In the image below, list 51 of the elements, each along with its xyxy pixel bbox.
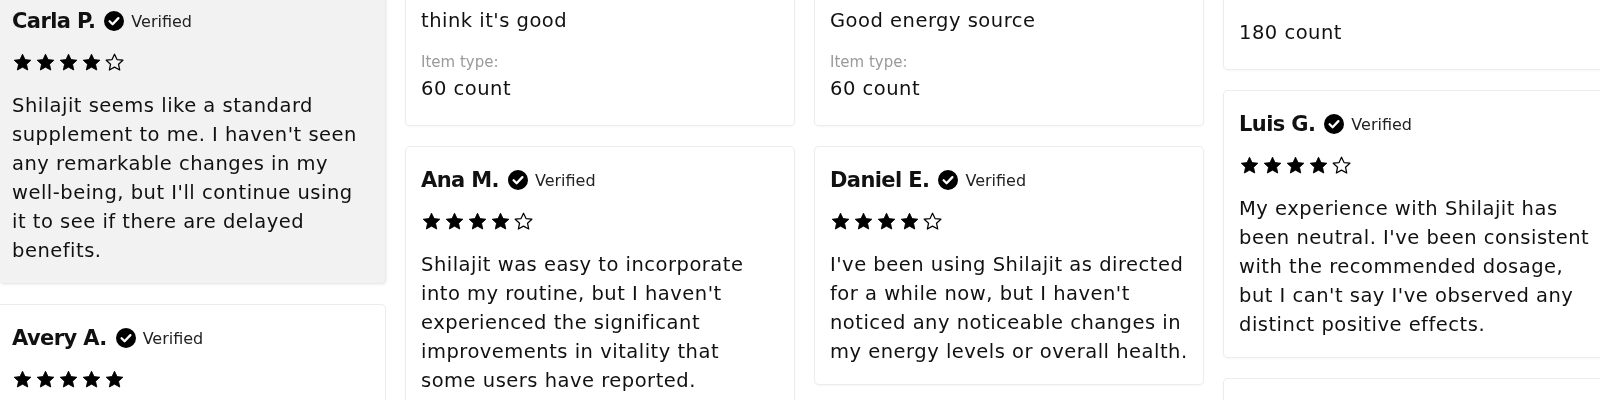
empty-star-icon xyxy=(513,210,534,232)
star-icon xyxy=(12,51,33,73)
star-icon xyxy=(58,51,79,73)
item-type-value: 60 count xyxy=(421,76,513,102)
reviewer-name: Avery A. xyxy=(12,326,107,350)
review-text: Shilajit seems like a standard supplement to me. I haven't seen any remarkable changes in my well-being, but I'll continue using it to see if there are delayed benefits. xyxy=(12,93,358,264)
check-circle-icon xyxy=(1324,114,1345,134)
verified-label: Verified xyxy=(534,170,596,190)
star-icon xyxy=(899,210,920,232)
item-type-value: 60 count xyxy=(830,76,922,102)
reviewer-name: Luis G. xyxy=(1239,112,1316,136)
star-icon xyxy=(876,210,897,232)
star-icon xyxy=(81,51,102,73)
verified-label: Verified xyxy=(142,328,204,348)
star-icon xyxy=(490,210,511,232)
empty-star-icon xyxy=(104,51,125,73)
review-text: think it's good xyxy=(421,8,569,34)
star-icon xyxy=(104,368,125,390)
check-circle-icon xyxy=(104,11,125,31)
check-circle-icon xyxy=(507,170,528,190)
star-icon xyxy=(1308,154,1329,176)
empty-star-icon xyxy=(1331,154,1352,176)
review-text: Good energy source xyxy=(830,8,1037,34)
verified-label: Verified xyxy=(1351,114,1412,134)
star-icon xyxy=(35,368,56,390)
reviewer-name: Carla P. xyxy=(12,9,96,33)
star-icon xyxy=(58,368,79,390)
star-icon xyxy=(1285,154,1306,176)
reviewer-name: Ana M. xyxy=(421,168,499,192)
star-icon xyxy=(81,368,102,390)
empty-star-icon xyxy=(922,210,943,232)
star-icon xyxy=(35,51,56,73)
check-circle-icon xyxy=(938,170,959,190)
star-icon xyxy=(12,368,33,390)
star-icon xyxy=(830,210,851,232)
verified-label: Verified xyxy=(131,11,192,31)
star-icon xyxy=(853,210,874,232)
star-icon xyxy=(444,210,465,232)
star-icon xyxy=(1239,154,1260,176)
item-type-label: Item type: xyxy=(421,52,500,72)
reviewer-name: Daniel E. xyxy=(830,168,930,192)
check-circle-icon xyxy=(115,328,136,348)
review-text: Shilajit was easy to incorporate into my routine, but I haven't experienced the significant improvements in vitality that some users have reported. xyxy=(421,252,745,394)
item-type-value: 180 count xyxy=(1239,20,1343,46)
star-icon xyxy=(421,210,442,232)
star-icon xyxy=(467,210,488,232)
item-type-label: Item type: xyxy=(830,52,909,72)
review-text: My experience with Shilajit has been neutral. I've been consistent with the recommended dosage, but I can't say I've observed any distinct positive effects. xyxy=(1239,196,1591,338)
review-text: I've been using Shilajit as directed for a while now, but I haven't noticed any noticeable changes in my energy levels or overall health. xyxy=(830,252,1188,365)
star-icon xyxy=(1262,154,1283,176)
verified-label: Verified xyxy=(965,170,1027,190)
